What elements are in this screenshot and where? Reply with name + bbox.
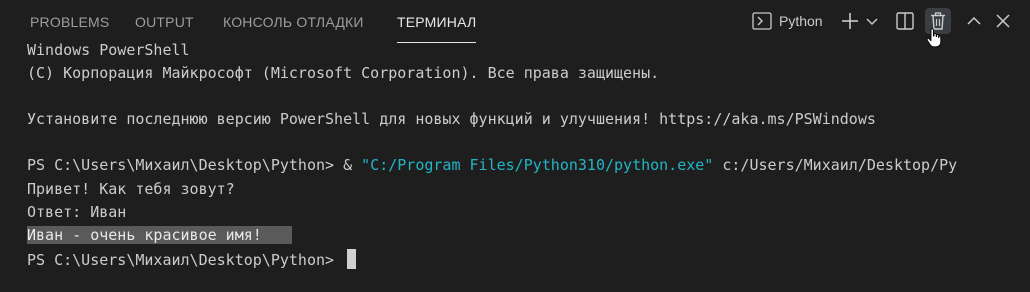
terminal-line: Windows PowerShell — [27, 41, 190, 59]
terminal-command-line: PS C:\Users\Михаил\Desktop\Python> & "C:… — [27, 155, 957, 176]
terminal-panel: PROBLEMS OUTPUT КОНСОЛЬ ОТЛАДКИ ТЕРМИНАЛ… — [0, 0, 1030, 292]
terminal-line: Установите последнюю версию PowerShell д… — [27, 110, 876, 128]
plus-icon — [842, 13, 858, 29]
launch-profile-dropdown[interactable] — [864, 8, 880, 34]
panel-tab-bar: PROBLEMS OUTPUT КОНСОЛЬ ОТЛАДКИ ТЕРМИНАЛ… — [0, 0, 1030, 48]
chevron-down-icon — [866, 18, 878, 25]
command-argument: c:/Users/Михаил/Desktop/Py — [713, 156, 958, 174]
text-selection: Иван - очень красивое имя! — [27, 226, 292, 244]
command-executable: "C:/Program Files/Python310/python.exe" — [361, 156, 714, 174]
hand-cursor-icon — [926, 28, 942, 48]
terminal-prompt-line: PS C:\Users\Михаил\Desktop\Python> — [27, 249, 357, 270]
maximize-panel-button[interactable] — [964, 8, 984, 34]
terminal-line: (C) Корпорация Майкрософт (Microsoft Cor… — [27, 64, 660, 82]
tab-terminal[interactable]: ТЕРМИНАЛ — [397, 12, 477, 43]
chevron-up-icon — [967, 16, 981, 25]
terminal-prompt: PS C:\Users\Михаил\Desktop\Python> — [27, 251, 344, 269]
terminal-line: Привет! Как тебя зовут? — [27, 180, 235, 198]
terminal-prompt: PS C:\Users\Михаил\Desktop\Python> & — [27, 156, 362, 174]
terminal-selected-line: Иван - очень красивое имя! — [27, 225, 292, 246]
terminal-profile-label: Python — [779, 13, 823, 29]
terminal-cursor — [347, 249, 357, 269]
new-terminal-button[interactable] — [838, 8, 862, 34]
active-tab-indicator — [397, 42, 477, 43]
tab-output[interactable]: OUTPUT — [135, 12, 194, 32]
tab-problems[interactable]: PROBLEMS — [30, 12, 109, 32]
terminal-profile-button[interactable]: Python — [752, 8, 834, 34]
tab-debug-console[interactable]: КОНСОЛЬ ОТЛАДКИ — [223, 12, 364, 32]
split-icon — [896, 12, 914, 30]
terminal-line: Ответ: Иван — [27, 203, 127, 221]
terminal-icon — [752, 12, 772, 30]
tab-terminal-label: ТЕРМИНАЛ — [397, 14, 477, 30]
close-panel-button[interactable] — [992, 8, 1014, 34]
close-icon — [996, 14, 1010, 28]
split-terminal-button[interactable] — [893, 8, 917, 34]
